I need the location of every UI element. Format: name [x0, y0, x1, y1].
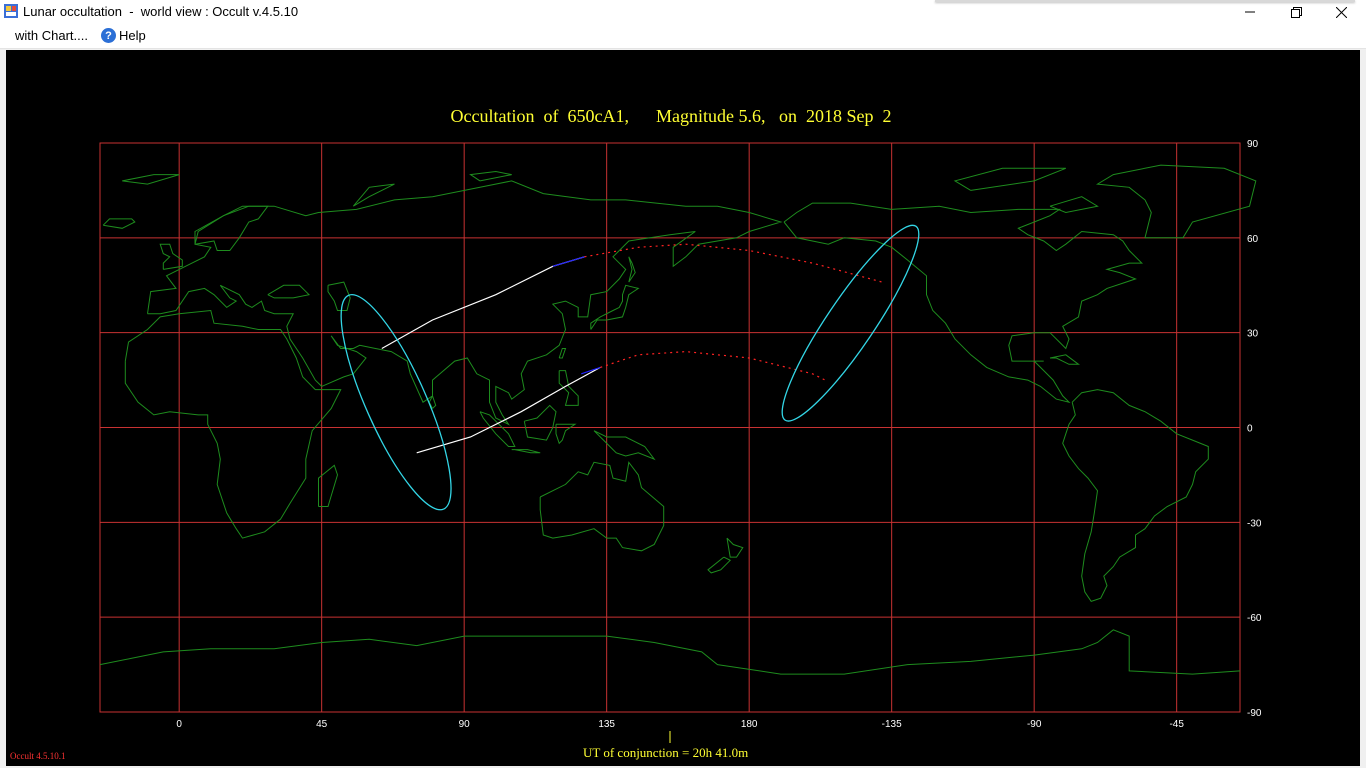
coastline — [590, 284, 640, 330]
northern-limit-twilight — [552, 256, 585, 267]
coastline — [707, 556, 732, 574]
x-tick-label: -45 — [1169, 719, 1184, 730]
coastline — [1062, 389, 1209, 602]
close-icon — [1335, 6, 1347, 18]
coastline — [511, 449, 541, 454]
x-tick-label: -135 — [882, 719, 902, 730]
minimize-button[interactable] — [1227, 0, 1273, 24]
version-label: Occult 4.5.10.1 — [10, 751, 66, 761]
x-tick-label: 135 — [598, 719, 615, 730]
coastline — [593, 430, 656, 461]
coastline — [99, 629, 1241, 675]
axis-ticks: 0 45 90 135 180 -135 -90 -45 90 60 30 0 -30 -60 -90 — [176, 139, 1262, 743]
coastline — [539, 461, 665, 552]
menu-with-chart[interactable]: with Chart.... — [15, 28, 88, 43]
popup-shadow — [935, 0, 1355, 2]
chart-title: Occultation of 650cA1, Magnitude 5.6, on… — [450, 106, 892, 126]
x-tick-label: -90 — [1027, 719, 1042, 730]
southern-limit-visible — [416, 366, 601, 454]
coastline — [124, 309, 342, 539]
menu-help[interactable]: Help — [119, 28, 146, 43]
northern-limit-visible — [381, 256, 585, 350]
world-map: 0 45 90 135 180 -135 -90 -45 90 60 30 0 -30 -60 -90 — [99, 139, 1262, 743]
coastline — [523, 404, 557, 441]
coastline — [352, 183, 395, 207]
app-icon — [4, 4, 18, 18]
minimize-icon — [1245, 11, 1255, 13]
y-tick-label: 60 — [1247, 234, 1259, 245]
menu-bar: with Chart.... Help — [0, 24, 1366, 49]
y-tick-label: -90 — [1247, 708, 1262, 719]
y-tick-label: -60 — [1247, 613, 1262, 624]
restore-icon — [1290, 6, 1302, 18]
coastline — [783, 202, 1144, 404]
occultation-paths — [340, 224, 920, 511]
southern-limit-not-visible — [600, 350, 826, 381]
coastline — [1049, 354, 1081, 365]
y-tick-label: 0 — [1247, 424, 1253, 435]
coastline — [102, 218, 136, 229]
ut-conjunction-label: UT of conjunction = 20h 41.0m — [583, 745, 749, 760]
title-bar: Lunar occultation - world view : Occult … — [0, 0, 1366, 24]
help-icon[interactable]: ? — [101, 28, 116, 43]
y-tick-label: 30 — [1247, 329, 1259, 340]
x-tick-label: 180 — [741, 719, 758, 730]
coastline — [1049, 196, 1099, 214]
x-tick-label: 90 — [459, 719, 471, 730]
restore-button[interactable] — [1273, 0, 1319, 24]
y-tick-label: 90 — [1247, 139, 1259, 150]
rise-set-curve-east — [781, 224, 920, 422]
window-title: Lunar occultation - world view : Occult … — [23, 4, 299, 19]
map-canvas: 0 45 90 135 180 -135 -90 -45 90 60 30 0 -30 -60 -90 — [6, 50, 1360, 766]
x-tick-label: 0 — [176, 719, 182, 730]
x-tick-label: 45 — [316, 719, 328, 730]
coastline — [558, 348, 567, 359]
coastline — [267, 284, 311, 299]
northern-limit-not-visible — [584, 243, 883, 283]
map-grid — [99, 142, 1241, 713]
coastline — [726, 537, 744, 558]
coastlines — [99, 164, 1257, 675]
rise-set-curve-west — [340, 294, 452, 511]
close-button[interactable] — [1318, 0, 1364, 24]
y-tick-label: -30 — [1247, 518, 1262, 529]
coastline — [122, 174, 180, 185]
coastline — [469, 170, 512, 182]
coastline — [953, 167, 1066, 191]
coastline — [628, 256, 636, 283]
